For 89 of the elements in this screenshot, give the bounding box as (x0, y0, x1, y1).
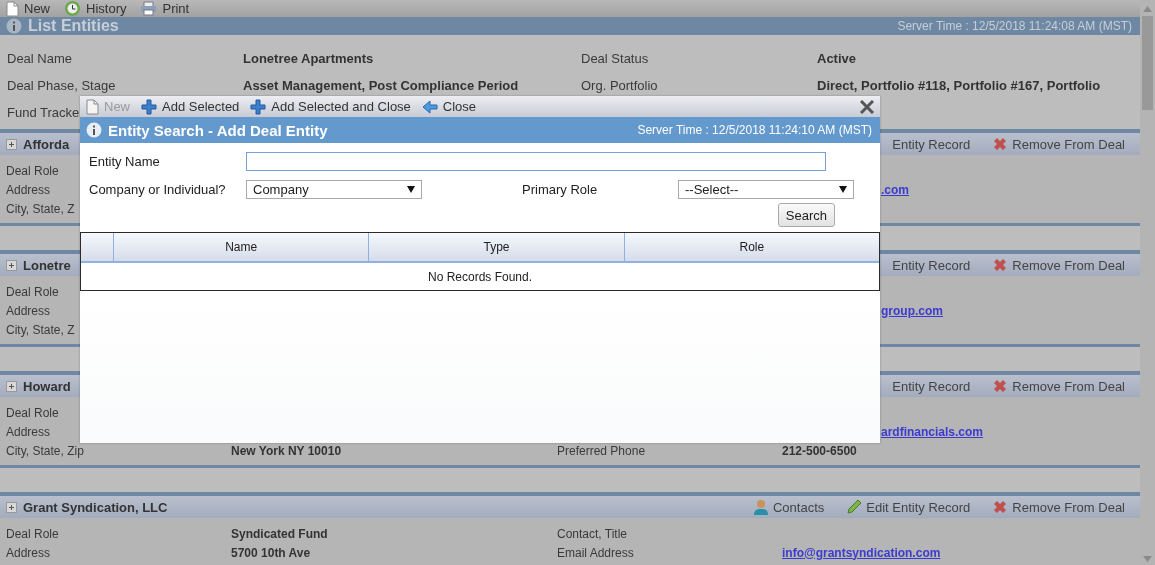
expand-icon[interactable] (6, 501, 17, 513)
field-label: Deal Role (6, 526, 59, 541)
x-icon (992, 499, 1009, 515)
printer-icon (140, 1, 158, 16)
x-icon (992, 257, 1009, 273)
empty-message: No Records Found. (426, 268, 534, 286)
expand-icon[interactable] (6, 380, 17, 392)
info-icon (6, 18, 22, 34)
column-header[interactable]: Type (368, 233, 624, 261)
entity-title: Lonetre (23, 257, 71, 273)
field-value: New York NY 10010 (231, 443, 342, 458)
search-button[interactable]: Search (777, 203, 835, 227)
left-arrow-icon (421, 99, 438, 114)
person-icon (752, 499, 769, 515)
field-label: Deal Phase, Stage (7, 78, 116, 93)
field-label: City, State, Zip (6, 443, 84, 458)
field-label: Address (6, 424, 51, 439)
panel-action-link[interactable]: Remove From Deal (992, 378, 1125, 394)
entity-name-field[interactable] (246, 151, 826, 171)
field-label: Email Address (557, 545, 634, 560)
field-label: Deal Name (7, 51, 73, 66)
panel-action-link[interactable]: Contacts (752, 499, 825, 515)
column-header[interactable]: Role (623, 233, 879, 261)
expand-icon[interactable] (6, 259, 17, 271)
entity-title: Howard (23, 378, 71, 394)
x-icon (992, 136, 1009, 152)
field-label: Org. Portfolio (581, 78, 658, 93)
field-label: Fund Tracke (7, 105, 80, 120)
field-label: Contact, Title (557, 526, 628, 541)
x-icon (992, 378, 1009, 394)
field-value: Lonetree Apartments (243, 51, 374, 66)
toolbar-button[interactable]: History (64, 0, 127, 17)
field-label: Address (6, 182, 51, 197)
field-value: Active (817, 51, 857, 66)
panel-action-link[interactable]: Entity Record (892, 136, 971, 152)
panel-action-link[interactable]: Edit Entity Record (846, 499, 971, 515)
field-label: Entity Name (89, 153, 161, 169)
field-label: Primary Role (522, 181, 599, 197)
panel-action-link[interactable]: Remove From Deal (992, 257, 1125, 273)
field-label: Deal Role (6, 284, 59, 299)
field-label: Deal Role (6, 405, 59, 420)
clock-icon (64, 0, 81, 17)
pencil-icon (846, 499, 863, 515)
field-label: Preferred Phone (557, 443, 646, 458)
plus-icon (141, 98, 157, 115)
field-value: Syndicated Fund (231, 526, 328, 541)
entity-title: Afforda (23, 136, 70, 152)
server-time: Server Time : 12/5/2018 11:24:10 AM (MST) (637, 123, 872, 137)
field-label: Deal Status (581, 51, 649, 66)
document-icon (86, 98, 99, 115)
field-label: Company or Individual? (89, 181, 227, 197)
company-dropdown[interactable]: Company (246, 179, 422, 199)
email-link[interactable]: .com (881, 182, 909, 197)
scroll-thumb[interactable] (1142, 16, 1153, 110)
toolbar-button[interactable]: Add Selected and Close (250, 98, 411, 115)
entity-title: Grant Syndication, LLC (23, 499, 168, 515)
field-value: 5700 10th Ave (231, 545, 311, 560)
page-title: List Entities (28, 17, 119, 35)
field-label: City, State, Z (6, 322, 75, 337)
email-link[interactable]: ardfinancials.com (881, 424, 984, 439)
email-link[interactable]: group.com (881, 303, 943, 318)
field-label: Address (6, 303, 51, 318)
plus-icon (250, 98, 267, 115)
panel-action-link[interactable]: Entity Record (892, 257, 971, 273)
server-time: Server Time : 12/5/2018 11:24:08 AM (MST) (897, 19, 1132, 33)
close-button[interactable] (860, 99, 874, 114)
panel-action-link[interactable]: Remove From Deal (992, 136, 1125, 152)
scrollbar[interactable] (1140, 0, 1155, 565)
panel-action-link[interactable]: Remove From Deal (992, 499, 1125, 515)
caret-icon (839, 185, 847, 193)
toolbar-button[interactable]: Add Selected (141, 98, 240, 115)
toolbar-button[interactable]: Close (421, 99, 477, 114)
caret-icon (407, 185, 415, 193)
field-value: 212-500-6500 (782, 443, 857, 458)
column-header[interactable]: Name (113, 233, 369, 261)
field-label: City, State, Z (6, 201, 75, 216)
panel-action-link[interactable]: Entity Record (892, 378, 971, 394)
info-icon (86, 122, 102, 138)
role-dropdown[interactable]: --Select-- (678, 179, 854, 199)
field-label: Address (6, 545, 51, 560)
field-value: Direct, Portfolio #118, Portfolio #167, Portfolio (817, 78, 1101, 93)
document-icon (6, 0, 19, 17)
field-label: Deal Role (6, 163, 59, 178)
dialog-title: Entity Search - Add Deal Entity (108, 121, 328, 139)
expand-icon[interactable] (6, 138, 17, 150)
email-link[interactable]: info@grantsyndication.com (782, 545, 941, 560)
field-value: Asset Management, Post Compliance Period (243, 78, 519, 93)
toolbar-button[interactable]: Print (140, 1, 190, 16)
toolbar-button[interactable]: New (6, 0, 50, 17)
